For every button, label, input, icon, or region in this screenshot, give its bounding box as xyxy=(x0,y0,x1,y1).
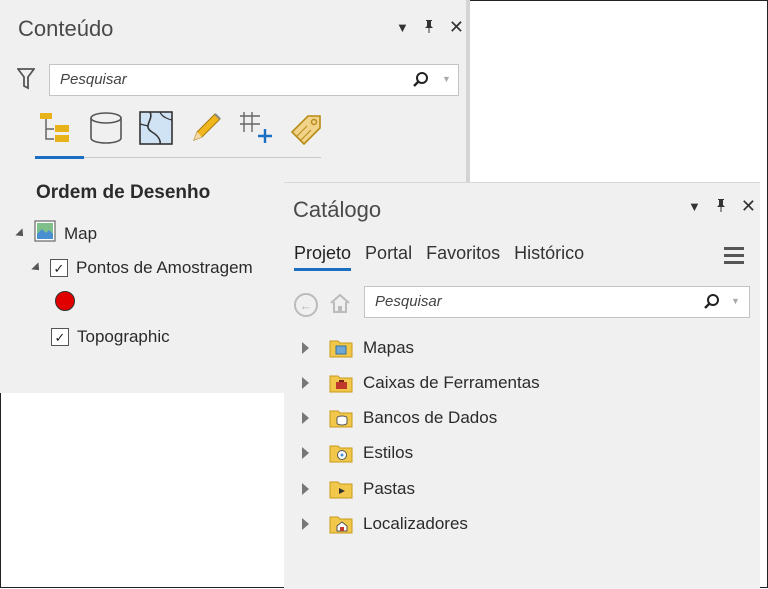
contents-toolbar xyxy=(38,110,324,146)
catalog-search-box[interactable]: ▼ xyxy=(364,286,750,318)
folders-folder-icon xyxy=(329,479,353,499)
menu-icon[interactable] xyxy=(724,247,744,268)
contents-pane-controls: ▼ ✕ xyxy=(396,17,464,38)
catalog-item-label: Mapas xyxy=(363,338,415,357)
list-by-data-source-icon[interactable] xyxy=(88,110,124,146)
expand-arrow-icon[interactable] xyxy=(302,518,309,530)
catalog-item-locators[interactable]: Localizadores xyxy=(302,514,468,534)
contents-search-box[interactable]: ▼ xyxy=(49,64,459,96)
search-dropdown-icon[interactable]: ▼ xyxy=(731,296,740,306)
list-by-snapping-icon[interactable] xyxy=(238,110,274,146)
collapse-arrow-icon[interactable] xyxy=(31,262,43,274)
expand-arrow-icon[interactable] xyxy=(302,342,309,354)
expand-arrow-icon[interactable] xyxy=(302,483,309,495)
tree-item-layer-points[interactable]: ✓ Pontos de Amostragem xyxy=(31,258,253,278)
contents-title: Conteúdo xyxy=(18,16,114,41)
dropdown-icon[interactable]: ▼ xyxy=(396,20,409,35)
search-icon[interactable] xyxy=(703,293,721,316)
contents-search-input[interactable] xyxy=(58,70,392,89)
layer-visibility-checkbox[interactable]: ✓ xyxy=(50,259,68,277)
catalog-pane-controls: ▼ ✕ xyxy=(688,196,756,217)
map-label: Map xyxy=(64,223,98,243)
catalog-item-label: Pastas xyxy=(363,479,415,498)
collapse-arrow-icon[interactable] xyxy=(15,227,27,240)
search-icon[interactable] xyxy=(412,71,430,94)
maps-folder-icon xyxy=(329,338,353,358)
catalog-item-maps[interactable]: Mapas xyxy=(302,338,414,358)
point-symbol-swatch[interactable] xyxy=(55,291,75,311)
dropdown-icon[interactable]: ▼ xyxy=(688,199,701,214)
list-by-editing-icon[interactable] xyxy=(188,110,224,146)
back-arrow-icon[interactable]: ← xyxy=(294,293,318,317)
tab-portal[interactable]: Portal xyxy=(365,243,412,271)
home-icon[interactable] xyxy=(328,291,352,320)
tab-projeto[interactable]: Projeto xyxy=(294,243,352,271)
tree-item-layer-topographic[interactable]: ✓ Topographic xyxy=(51,327,170,347)
close-icon[interactable]: ✕ xyxy=(741,196,756,217)
styles-folder-icon xyxy=(329,443,353,463)
catalog-item-styles[interactable]: Estilos xyxy=(302,443,413,463)
pin-icon[interactable] xyxy=(715,198,727,215)
tab-historico[interactable]: Histórico xyxy=(514,243,584,271)
list-by-drawing-order-icon[interactable] xyxy=(38,110,74,146)
pin-icon[interactable] xyxy=(423,19,435,36)
catalog-item-databases[interactable]: Bancos de Dados xyxy=(302,408,497,428)
expand-arrow-icon[interactable] xyxy=(302,377,309,389)
expand-arrow-icon[interactable] xyxy=(302,412,309,424)
catalog-item-toolboxes[interactable]: Caixas de Ferramentas xyxy=(302,373,540,393)
drawing-order-heading: Ordem de Desenho xyxy=(36,182,211,203)
active-tool-indicator xyxy=(35,156,84,159)
filter-icon[interactable] xyxy=(16,68,36,95)
list-by-labeling-icon[interactable] xyxy=(288,110,324,146)
layer-visibility-checkbox[interactable]: ✓ xyxy=(51,328,69,346)
tree-item-map[interactable]: Map xyxy=(15,220,98,247)
close-icon[interactable]: ✕ xyxy=(449,17,464,38)
catalog-pane: Catálogo ▼ ✕ Projeto Portal Favoritos Hi… xyxy=(284,182,760,589)
search-dropdown-icon[interactable]: ▼ xyxy=(442,74,451,84)
catalog-item-label: Caixas de Ferramentas xyxy=(363,373,540,392)
catalog-search-input[interactable] xyxy=(373,292,677,311)
catalog-item-label: Localizadores xyxy=(363,514,468,533)
expand-arrow-icon[interactable] xyxy=(302,447,309,459)
catalog-title: Catálogo xyxy=(293,197,382,222)
layer-label: Topographic xyxy=(77,327,170,346)
layer-label: Pontos de Amostragem xyxy=(76,258,253,277)
locators-folder-icon xyxy=(329,514,353,534)
databases-folder-icon xyxy=(329,408,353,428)
map-icon xyxy=(34,220,56,247)
catalog-tabs: Projeto Portal Favoritos Histórico xyxy=(294,243,584,271)
catalog-item-label: Bancos de Dados xyxy=(363,408,498,427)
catalog-item-folders[interactable]: Pastas xyxy=(302,479,415,499)
list-by-selection-icon[interactable] xyxy=(138,110,174,146)
tab-favoritos[interactable]: Favoritos xyxy=(426,243,500,271)
catalog-item-label: Estilos xyxy=(363,443,414,462)
toolboxes-folder-icon xyxy=(329,373,353,393)
